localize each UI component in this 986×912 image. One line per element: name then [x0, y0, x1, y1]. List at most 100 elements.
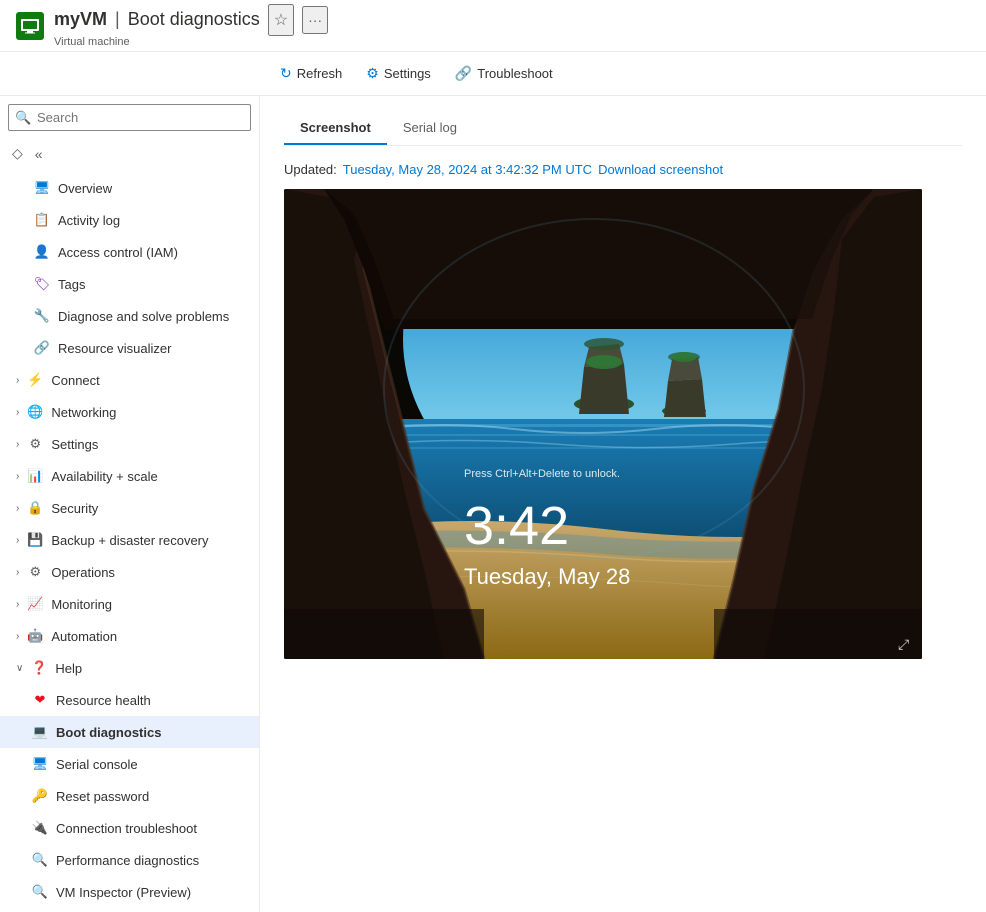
- sidebar-item-tags[interactable]: 🏷Tags: [0, 268, 259, 300]
- sidebar-settings-icon[interactable]: ◇: [8, 141, 27, 166]
- activity-log-icon: 📋: [34, 212, 50, 228]
- sidebar-item-help[interactable]: ∨ ❓ Help: [0, 652, 259, 684]
- sidebar-item-resource-health[interactable]: ❤ Resource health: [0, 684, 259, 716]
- sidebar-item-vm-inspector[interactable]: 🔍 VM Inspector (Preview): [0, 876, 259, 908]
- settings-button[interactable]: ⚙ Settings: [356, 60, 441, 87]
- resource-visualizer-icon: 🔗: [34, 340, 50, 356]
- svg-text:Tuesday, May 28: Tuesday, May 28: [464, 564, 630, 589]
- sidebar-item-label-overview: Overview: [58, 181, 247, 196]
- vm-name: myVM: [54, 9, 107, 30]
- sidebar-item-serial-console[interactable]: 🖥 Serial console: [0, 748, 259, 780]
- sidebar-item-label-help: Help: [55, 661, 247, 676]
- sidebar-item-networking[interactable]: › 🌐 Networking: [0, 396, 259, 428]
- troubleshoot-button[interactable]: 🔗 Troubleshoot: [445, 60, 563, 87]
- sidebar-item-monitoring[interactable]: ›📈Monitoring: [0, 588, 259, 620]
- boot-diagnostics-icon: 💻: [32, 724, 48, 740]
- sidebar-item-reset-password[interactable]: 🔑 Reset password: [0, 780, 259, 812]
- sidebar-item-label-serial-console: Serial console: [56, 757, 247, 772]
- chevron-right-icon: ›: [16, 567, 19, 578]
- backup-icon: 💾: [27, 532, 43, 548]
- chevron-right-icon: ›: [16, 471, 19, 482]
- resource-health-icon: ❤: [32, 692, 48, 708]
- page-header: myVM | Boot diagnostics ☆ ··· Virtual ma…: [0, 0, 986, 52]
- cave-scene-svg: Press Ctrl+Alt+Delete to unlock. 3:42 Tu…: [284, 189, 922, 659]
- sidebar-item-diagnose[interactable]: 🔧 Diagnose and solve problems: [0, 300, 259, 332]
- refresh-label: Refresh: [297, 66, 343, 81]
- tags-icon: 🏷: [34, 276, 50, 292]
- chevron-right-icon: ›: [16, 439, 19, 450]
- sidebar-item-label-settings: Settings: [51, 437, 247, 452]
- search-box[interactable]: 🔍: [8, 104, 251, 131]
- sidebar-item-label-automation: Automation: [51, 629, 247, 644]
- sidebar-item-connection-troubleshoot[interactable]: 🔌 Connection troubleshoot: [0, 812, 259, 844]
- favorite-button[interactable]: ☆: [268, 4, 294, 36]
- sidebar-item-label-vm-inspector: VM Inspector (Preview): [56, 885, 247, 900]
- sidebar-item-activity-log[interactable]: 📋 Activity log: [0, 204, 259, 236]
- serial-console-icon: 🖥: [32, 756, 48, 772]
- chevron-down-icon: ∨: [16, 663, 23, 674]
- diagnose-icon: 🔧: [34, 308, 50, 324]
- sidebar-collapse-icon[interactable]: «: [31, 142, 47, 166]
- screenshot-image: Press Ctrl+Alt+Delete to unlock. 3:42 Tu…: [284, 189, 922, 659]
- vm-inspector-icon: 🔍: [32, 884, 48, 900]
- page-title: Boot diagnostics: [128, 9, 260, 30]
- tab-screenshot[interactable]: Screenshot: [284, 112, 387, 145]
- sidebar-toolbar: ◇ «: [0, 139, 259, 172]
- sidebar-item-security[interactable]: ›🔒Security: [0, 492, 259, 524]
- tab-serial-log[interactable]: Serial log: [387, 112, 473, 145]
- sidebar-item-label-networking: Networking: [51, 405, 247, 420]
- sidebar-item-label-security: Security: [51, 501, 247, 516]
- sidebar-item-automation[interactable]: ›🤖Automation: [0, 620, 259, 652]
- chevron-right-icon: ›: [16, 535, 19, 546]
- sidebar-item-label-resource-health: Resource health: [56, 693, 247, 708]
- sidebar-item-availability[interactable]: › 📊 Availability + scale: [0, 460, 259, 492]
- sidebar-item-label-availability: Availability + scale: [51, 469, 247, 484]
- sidebar-item-label-performance-diagnostics: Performance diagnostics: [56, 853, 247, 868]
- sidebar-item-overview[interactable]: 🖥 Overview: [0, 172, 259, 204]
- performance-diagnostics-icon: 🔍: [32, 852, 48, 868]
- overview-icon: 🖥: [34, 180, 50, 196]
- chevron-right-icon: ›: [16, 407, 19, 418]
- tab-bar: ScreenshotSerial log: [284, 112, 962, 146]
- sidebar-item-performance-diagnostics[interactable]: 🔍 Performance diagnostics: [0, 844, 259, 876]
- settings-icon: ⚙: [27, 436, 43, 452]
- vm-icon: [16, 12, 44, 40]
- refresh-button[interactable]: ↻ Refresh: [270, 60, 352, 87]
- chevron-right-icon: ›: [16, 599, 19, 610]
- sidebar-item-label-reset-password: Reset password: [56, 789, 247, 804]
- sidebar-item-access-control[interactable]: 👤Access control (IAM): [0, 236, 259, 268]
- connect-icon: ⚡: [27, 372, 43, 388]
- help-icon: ❓: [31, 660, 47, 676]
- sidebar-item-label-boot-diagnostics: Boot diagnostics: [56, 725, 247, 740]
- sidebar-item-backup[interactable]: ›💾Backup + disaster recovery: [0, 524, 259, 556]
- sidebar-item-label-resource-visualizer: Resource visualizer: [58, 341, 247, 356]
- networking-icon: 🌐: [27, 404, 43, 420]
- operations-icon: ⚙: [27, 564, 43, 580]
- search-input[interactable]: [8, 104, 251, 131]
- connection-troubleshoot-icon: 🔌: [32, 820, 48, 836]
- search-icon: 🔍: [15, 110, 31, 126]
- svg-text:⤢: ⤢: [898, 636, 909, 652]
- sidebar-item-settings[interactable]: › ⚙ Settings: [0, 428, 259, 460]
- sidebar-item-operations[interactable]: ›⚙Operations: [0, 556, 259, 588]
- sidebar-item-connect[interactable]: ›⚡Connect: [0, 364, 259, 396]
- security-icon: 🔒: [27, 500, 43, 516]
- sidebar-item-label-diagnose: Diagnose and solve problems: [58, 309, 247, 324]
- sidebar-item-redeploy[interactable]: 🔧Redeploy + reapply: [0, 908, 259, 912]
- svg-text:3:42: 3:42: [464, 496, 569, 556]
- update-datetime: Tuesday, May 28, 2024 at 3:42:32 PM UTC: [343, 162, 592, 177]
- main-layout: 🔍 ◇ « 🖥 Overview 📋 Activity log 👤Access cont…: [0, 96, 986, 912]
- sidebar-item-label-connection-troubleshoot: Connection troubleshoot: [56, 821, 247, 836]
- nav-container: 🖥 Overview 📋 Activity log 👤Access control (I…: [0, 172, 259, 912]
- troubleshoot-icon: 🔗: [455, 65, 472, 82]
- sidebar-item-label-activity-log: Activity log: [58, 213, 247, 228]
- more-options-button[interactable]: ···: [302, 6, 328, 34]
- sidebar-item-resource-visualizer[interactable]: 🔗 Resource visualizer: [0, 332, 259, 364]
- sidebar-item-label-connect: Connect: [51, 373, 247, 388]
- reset-password-icon: 🔑: [32, 788, 48, 804]
- availability-icon: 📊: [27, 468, 43, 484]
- download-screenshot-link[interactable]: Download screenshot: [598, 162, 723, 177]
- sidebar-item-label-access-control: Access control (IAM): [58, 245, 247, 260]
- update-bar: Updated: Tuesday, May 28, 2024 at 3:42:3…: [284, 162, 962, 177]
- sidebar-item-boot-diagnostics[interactable]: 💻 Boot diagnostics: [0, 716, 259, 748]
